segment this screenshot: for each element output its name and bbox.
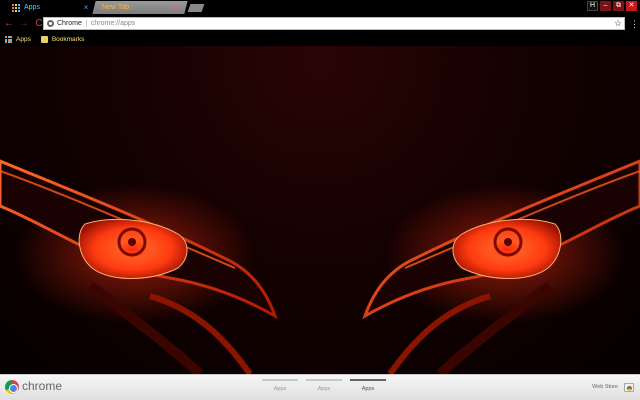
close-icon[interactable]: ×	[172, 3, 180, 12]
url-text[interactable]: chrome://apps	[87, 20, 612, 27]
tab-title: New Tab	[102, 4, 130, 11]
bookmark-folder[interactable]: Bookmarks	[40, 36, 85, 43]
menu-icon[interactable]: ⋮	[630, 18, 639, 30]
bookmark-star-icon[interactable]: ☆	[612, 18, 624, 29]
security-chip-label: Chrome	[57, 20, 87, 27]
apps-grid-icon	[12, 3, 20, 12]
pager-label: Apps	[273, 386, 287, 392]
window-close-button[interactable]: ✕	[626, 1, 637, 11]
web-store-link[interactable]: Web Store	[592, 384, 618, 390]
web-store-icon[interactable]	[624, 383, 634, 392]
apps-pager: Apps Apps Apps	[262, 379, 386, 392]
tab-new-tab[interactable]: New Tab ×	[92, 1, 188, 14]
chrome-page-icon	[47, 20, 54, 27]
tab-strip: Apps × New Tab × H – ⧉ ✕	[0, 0, 640, 14]
toolbar: ← → C Chrome chrome://apps ☆ ⋮	[0, 14, 640, 33]
minimize-button[interactable]: –	[600, 1, 611, 11]
tab-title: Apps	[24, 4, 40, 11]
apps-footer: chrome Apps Apps Apps Web Store	[0, 374, 640, 400]
apps-grid-icon	[5, 36, 12, 43]
back-button[interactable]: ←	[3, 18, 15, 30]
bookmark-apps[interactable]: Apps	[5, 36, 31, 43]
window-controls: H – ⧉ ✕	[587, 1, 637, 11]
theme-background	[0, 46, 640, 374]
bookmark-label: Apps	[16, 36, 31, 43]
new-tab-button[interactable]	[187, 4, 205, 12]
pager-page-current[interactable]: Apps	[350, 379, 386, 392]
pager-page[interactable]: Apps	[306, 379, 342, 392]
profile-button[interactable]: H	[587, 1, 598, 11]
address-bar[interactable]: Chrome chrome://apps ☆	[43, 17, 625, 30]
bookmark-label: Bookmarks	[51, 36, 85, 43]
forward-button[interactable]: →	[18, 18, 30, 30]
folder-icon	[40, 36, 48, 43]
bookmarks-bar: Apps Bookmarks	[0, 33, 640, 46]
chrome-logo-icon	[5, 380, 19, 394]
chrome-wordmark: chrome	[22, 379, 63, 393]
close-icon[interactable]: ×	[82, 3, 90, 12]
restore-button[interactable]: ⧉	[613, 1, 624, 11]
pager-label: Apps	[361, 386, 375, 392]
tab-apps[interactable]: Apps ×	[4, 1, 96, 14]
pager-label: Apps	[317, 386, 331, 392]
pager-page[interactable]: Apps	[262, 379, 298, 392]
glowing-eyes-artwork	[0, 159, 640, 374]
